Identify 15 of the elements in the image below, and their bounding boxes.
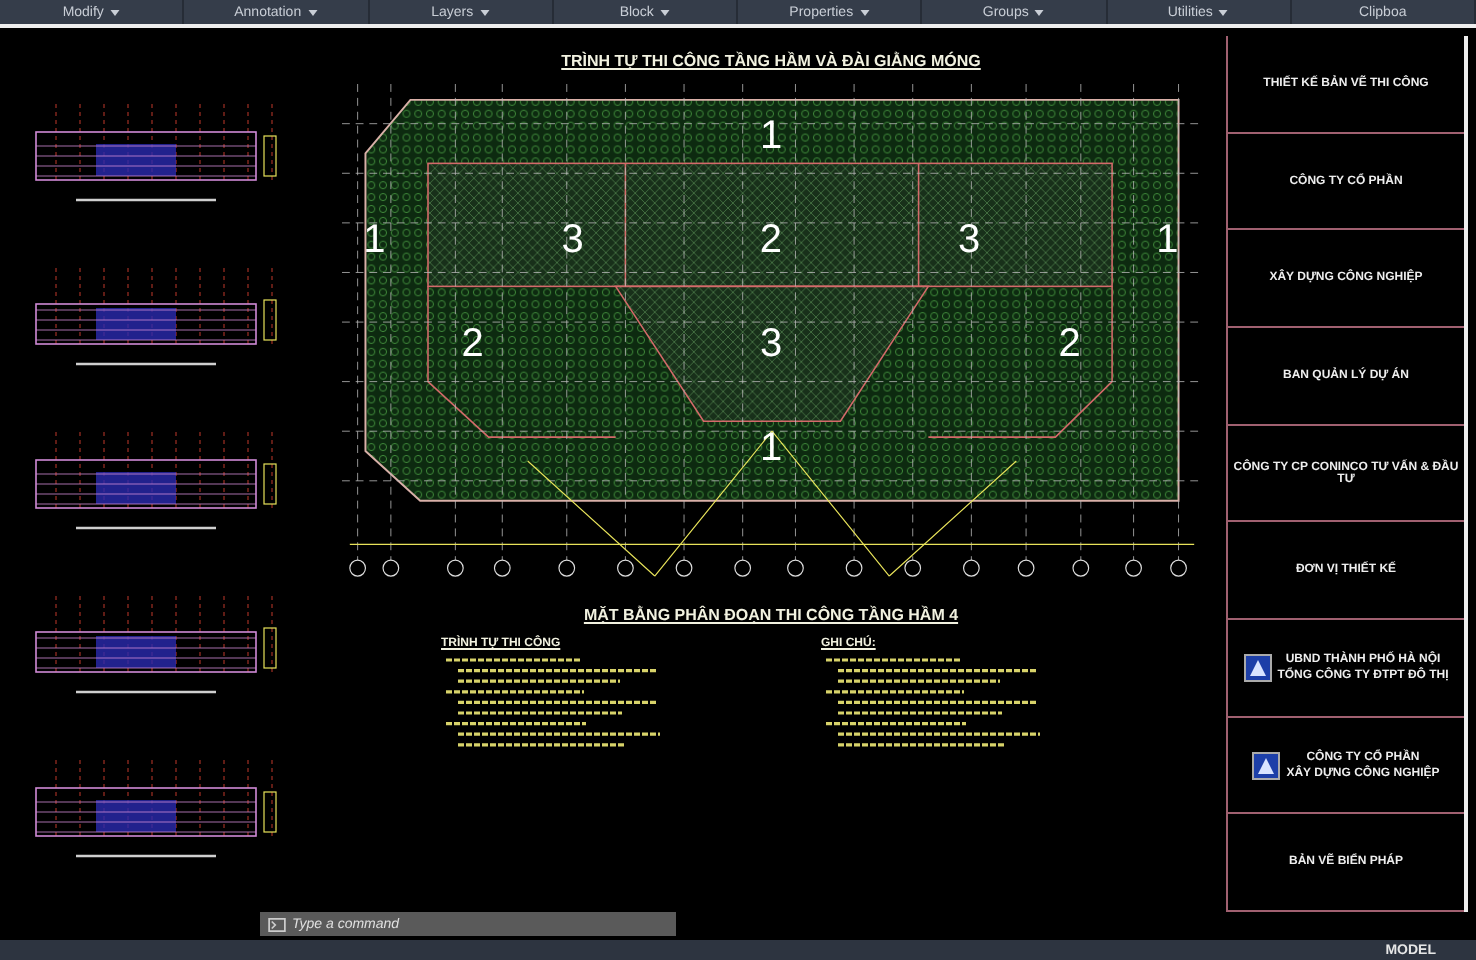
company-logo-icon (1243, 653, 1272, 682)
zone-number: 1 (1156, 220, 1179, 261)
drawing-title: TRÌNH TỰ THI CÔNG TẦNG HẦM VÀ ĐÀI GIẰNG MÓNG (561, 52, 981, 70)
company-logo-icon (1252, 751, 1281, 780)
zone-number: 2 (759, 220, 783, 261)
zone-number: 1 (759, 428, 783, 469)
command-prompt-icon (268, 917, 286, 931)
drawing-subtitle: MẶT BẰNG PHÂN ĐOẠN THI CÔNG TẦNG HẦM 4 (583, 606, 959, 624)
zone-number: 1 (363, 220, 386, 261)
zone-number: 1 (759, 116, 783, 157)
zone-number: 3 (958, 220, 981, 261)
zone-number: 3 (759, 324, 783, 365)
zone-number: 2 (461, 324, 484, 365)
zone-number: 2 (1058, 324, 1081, 365)
zone-number: 3 (561, 220, 584, 261)
